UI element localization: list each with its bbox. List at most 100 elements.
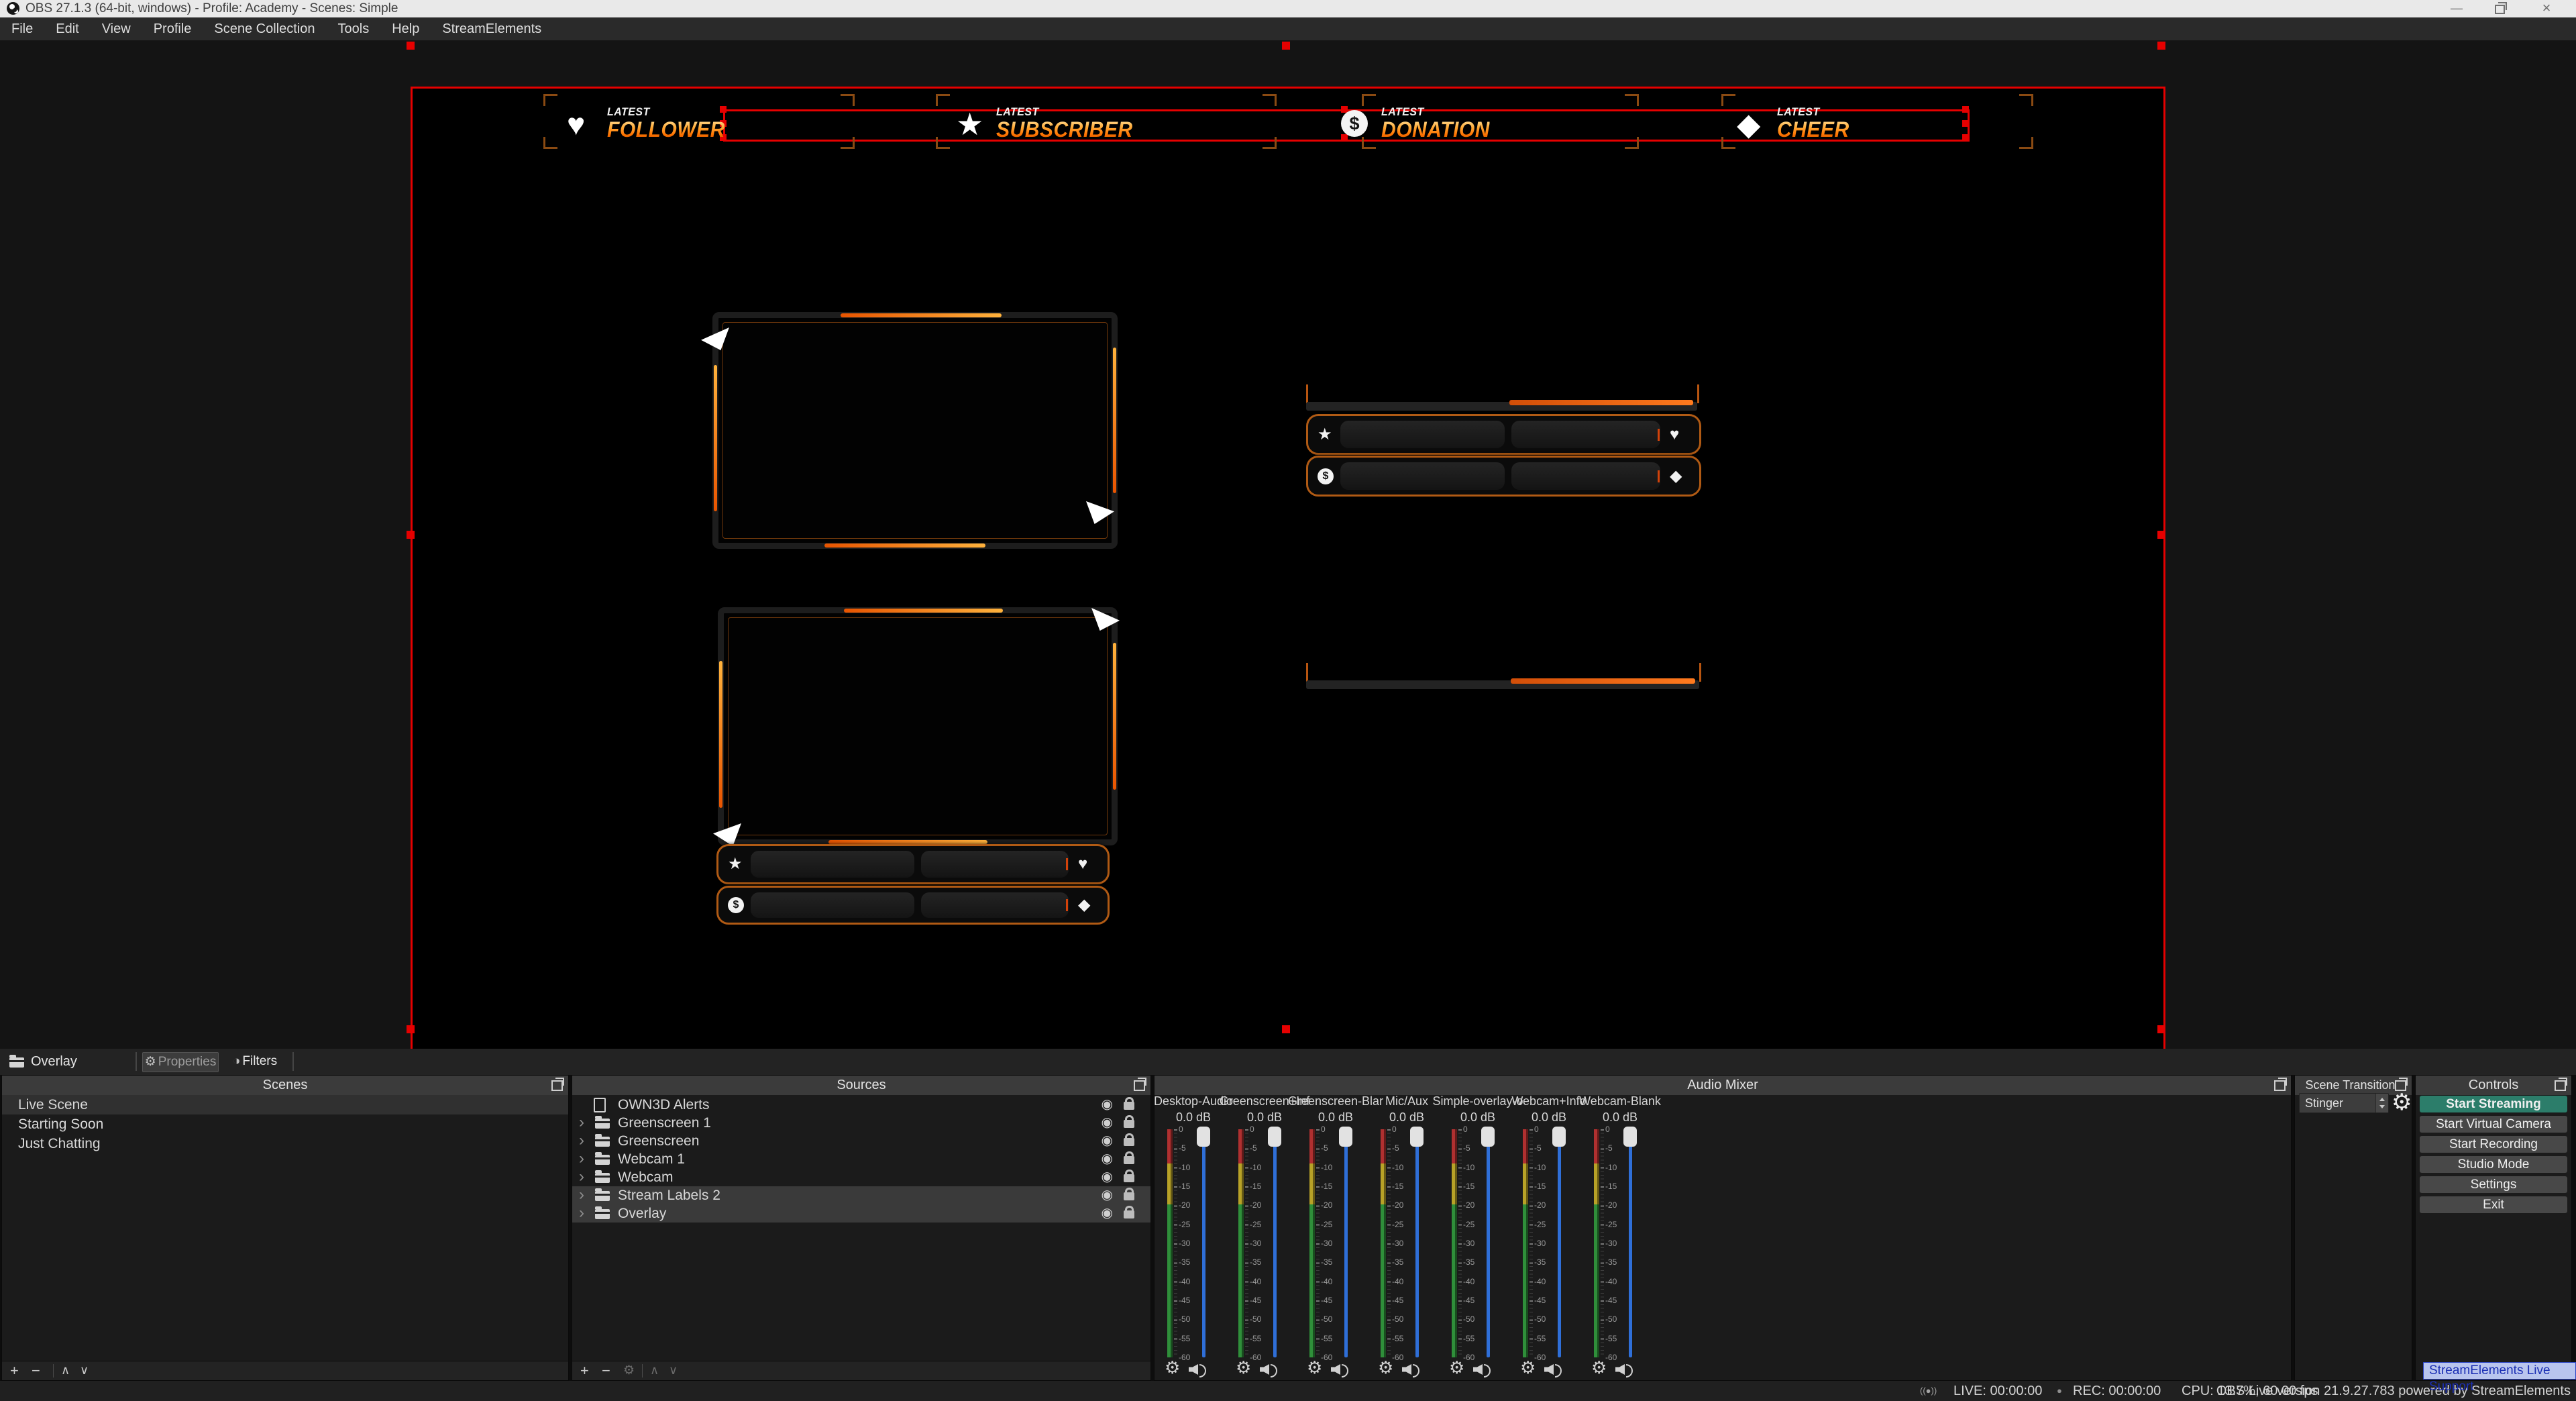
volume-slider-track[interactable] <box>1415 1129 1419 1357</box>
move-scene-down-button[interactable]: ∨ <box>80 1361 89 1380</box>
visibility-eye-icon[interactable]: ◉ <box>1102 1204 1113 1223</box>
menu-view[interactable]: View <box>91 17 142 40</box>
canvas-resize-handle[interactable] <box>2157 42 2165 50</box>
visibility-eye-icon[interactable]: ◉ <box>1102 1132 1113 1150</box>
expand-chevron-icon[interactable]: › <box>579 1204 584 1222</box>
studio-mode-button[interactable]: Studio Mode <box>2420 1156 2567 1173</box>
menu-tools[interactable]: Tools <box>327 17 381 40</box>
volume-slider-thumb[interactable] <box>1410 1127 1424 1147</box>
source-item-webcam[interactable]: › Webcam ◉ <box>572 1168 1150 1186</box>
volume-slider-track[interactable] <box>1629 1129 1632 1357</box>
lock-icon[interactable] <box>1124 1151 1134 1164</box>
visibility-eye-icon[interactable]: ◉ <box>1102 1186 1113 1204</box>
remove-scene-button[interactable]: − <box>32 1361 40 1380</box>
lock-icon[interactable] <box>1124 1133 1134 1146</box>
start-virtual-camera-button[interactable]: Start Virtual Camera <box>2420 1116 2567 1133</box>
channel-settings-gear-icon[interactable]: ⚙ <box>1378 1357 1393 1378</box>
canvas-resize-handle[interactable] <box>407 42 415 50</box>
speaker-icon[interactable] <box>1331 1361 1350 1378</box>
move-scene-up-button[interactable]: ∧ <box>61 1361 70 1380</box>
preview-canvas[interactable] <box>411 87 2165 1074</box>
dock-popout-icon[interactable] <box>2555 1078 2567 1091</box>
channel-settings-gear-icon[interactable]: ⚙ <box>1591 1357 1607 1378</box>
lock-icon[interactable] <box>1124 1188 1134 1200</box>
volume-slider-thumb[interactable] <box>1552 1127 1566 1147</box>
volume-slider-thumb[interactable] <box>1268 1127 1281 1147</box>
canvas-resize-handle[interactable] <box>1282 42 1290 50</box>
speaker-icon[interactable] <box>1473 1361 1492 1378</box>
menu-streamelements[interactable]: StreamElements <box>431 17 553 40</box>
source-item-webcam-1[interactable]: › Webcam 1 ◉ <box>572 1150 1150 1168</box>
dock-popout-icon[interactable] <box>1134 1078 1146 1091</box>
channel-settings-gear-icon[interactable]: ⚙ <box>1236 1357 1251 1378</box>
lock-icon[interactable] <box>1124 1206 1134 1218</box>
scene-item-live-scene[interactable]: Live Scene <box>2 1095 568 1114</box>
dock-popout-icon[interactable] <box>551 1078 564 1091</box>
add-source-button[interactable]: + <box>580 1361 589 1380</box>
menu-help[interactable]: Help <box>380 17 431 40</box>
speaker-icon[interactable] <box>1544 1361 1563 1378</box>
source-properties-button[interactable]: ⚙ <box>623 1361 635 1380</box>
expand-chevron-icon[interactable]: › <box>579 1168 584 1186</box>
volume-slider-track[interactable] <box>1558 1129 1561 1357</box>
menu-file[interactable]: File <box>0 17 44 40</box>
visibility-eye-icon[interactable]: ◉ <box>1102 1168 1113 1186</box>
menu-edit[interactable]: Edit <box>44 17 90 40</box>
speaker-icon[interactable] <box>1402 1361 1421 1378</box>
volume-slider-track[interactable] <box>1487 1129 1490 1357</box>
filters-button[interactable]: ◑ Filters <box>223 1052 287 1071</box>
transition-select[interactable]: Stinger <box>2299 1093 2389 1113</box>
expand-chevron-icon[interactable]: › <box>579 1186 584 1204</box>
move-source-down-button[interactable]: ∨ <box>669 1361 678 1380</box>
restore-button[interactable] <box>2482 0 2517 17</box>
spinner-down-icon <box>2379 1105 2385 1108</box>
volume-slider-track[interactable] <box>1202 1129 1205 1357</box>
volume-slider-thumb[interactable] <box>1623 1127 1637 1147</box>
streamelements-support-button[interactable]: StreamElements Live Support <box>2423 1362 2576 1394</box>
settings-button[interactable]: Settings <box>2420 1176 2567 1193</box>
add-scene-button[interactable]: + <box>10 1361 19 1380</box>
source-item-overlay[interactable]: › Overlay ◉ <box>572 1204 1150 1223</box>
channel-settings-gear-icon[interactable]: ⚙ <box>1520 1357 1536 1378</box>
source-item-own3d-alerts[interactable]: OWN3D Alerts ◉ <box>572 1096 1150 1114</box>
volume-slider-thumb[interactable] <box>1481 1127 1495 1147</box>
minimize-button[interactable]: — <box>2439 0 2474 17</box>
volume-slider-thumb[interactable] <box>1197 1127 1210 1147</box>
channel-settings-gear-icon[interactable]: ⚙ <box>1449 1357 1464 1378</box>
volume-slider-thumb[interactable] <box>1339 1127 1352 1147</box>
remove-source-button[interactable]: − <box>602 1361 610 1380</box>
menu-profile[interactable]: Profile <box>142 17 203 40</box>
meter-tick-label: -40 <box>1463 1276 1475 1286</box>
lock-icon[interactable] <box>1124 1097 1134 1110</box>
source-item-greenscreen[interactable]: › Greenscreen ◉ <box>572 1132 1150 1150</box>
lock-icon[interactable] <box>1124 1115 1134 1128</box>
menu-scene-collection[interactable]: Scene Collection <box>203 17 326 40</box>
visibility-eye-icon[interactable]: ◉ <box>1102 1150 1113 1168</box>
transition-spinner[interactable] <box>2375 1094 2388 1112</box>
speaker-icon[interactable] <box>1189 1361 1208 1378</box>
scene-item-starting-soon[interactable]: Starting Soon <box>2 1114 568 1134</box>
scene-item-just-chatting[interactable]: Just Chatting <box>2 1134 568 1153</box>
source-item-greenscreen-1[interactable]: › Greenscreen 1 ◉ <box>572 1114 1150 1132</box>
channel-settings-gear-icon[interactable]: ⚙ <box>1307 1357 1322 1378</box>
expand-chevron-icon[interactable]: › <box>579 1132 584 1149</box>
start-recording-button[interactable]: Start Recording <box>2420 1136 2567 1153</box>
move-source-up-button[interactable]: ∧ <box>650 1361 659 1380</box>
transition-settings-button[interactable]: ⚙ <box>2392 1090 2412 1114</box>
visibility-eye-icon[interactable]: ◉ <box>1102 1114 1113 1132</box>
speaker-icon[interactable] <box>1615 1361 1634 1378</box>
speaker-icon[interactable] <box>1260 1361 1279 1378</box>
source-item-stream-labels-2[interactable]: › Stream Labels 2 ◉ <box>572 1186 1150 1204</box>
visibility-eye-icon[interactable]: ◉ <box>1102 1096 1113 1114</box>
volume-slider-track[interactable] <box>1273 1129 1277 1357</box>
volume-slider-track[interactable] <box>1344 1129 1348 1357</box>
start-streaming-button[interactable]: Start Streaming <box>2420 1096 2567 1112</box>
properties-button[interactable]: ⚙ Properties <box>142 1052 219 1072</box>
exit-button[interactable]: Exit <box>2420 1196 2567 1213</box>
expand-chevron-icon[interactable]: › <box>579 1114 584 1131</box>
channel-settings-gear-icon[interactable]: ⚙ <box>1165 1357 1180 1378</box>
close-button[interactable]: × <box>2529 0 2564 17</box>
dock-popout-icon[interactable] <box>2274 1078 2287 1091</box>
expand-chevron-icon[interactable]: › <box>579 1150 584 1168</box>
lock-icon[interactable] <box>1124 1170 1134 1182</box>
